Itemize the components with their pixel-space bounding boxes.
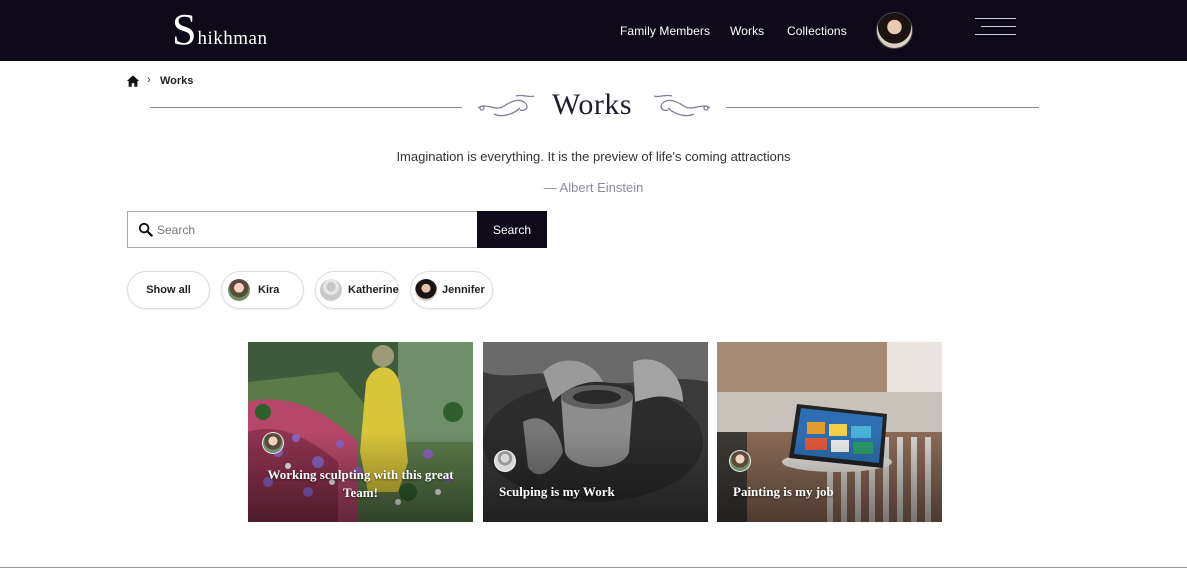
user-avatar[interactable] <box>876 12 913 49</box>
flourish-ornament-right <box>653 94 711 117</box>
home-icon[interactable] <box>126 74 140 88</box>
flourish-ornament-left <box>477 94 535 117</box>
filter-label: Jennifer <box>442 284 485 296</box>
jennifer-avatar <box>415 279 437 301</box>
title-divider-left <box>150 107 462 108</box>
card-title: Painting is my job <box>733 484 834 499</box>
search-button[interactable]: Search <box>477 211 547 248</box>
search-input[interactable] <box>157 219 467 241</box>
card-title: Working sculpting with this great Team! <box>267 467 454 500</box>
katherine-avatar-placeholder <box>320 279 342 301</box>
title-divider-right <box>726 107 1039 108</box>
kira-avatar <box>228 279 250 301</box>
work-card[interactable]: Working sculpting with this great Team! <box>248 342 473 522</box>
chevron-right-icon: › <box>147 74 151 86</box>
quote-author: — Albert Einstein <box>543 180 644 195</box>
card-overlay <box>717 432 942 522</box>
page-title: Works <box>552 88 633 121</box>
quote-text: Imagination is everything. It is the pre… <box>396 149 791 164</box>
logo-initial: S <box>172 5 197 54</box>
site-logo[interactable]: S hikhman <box>172 8 267 52</box>
filter-show-all[interactable]: Show all <box>127 271 210 309</box>
filter-jennifer[interactable]: Jennifer <box>410 271 493 309</box>
filter-kira[interactable]: Kira <box>221 271 304 309</box>
top-navigation-bar: S hikhman Family Members Works Collectio… <box>0 0 1187 61</box>
card-title: Sculping is my Work <box>499 484 615 499</box>
author-avatar-placeholder <box>494 450 516 472</box>
author-avatar <box>729 450 751 472</box>
filter-katherine[interactable]: Katherine <box>315 271 399 309</box>
logo-text: hikhman <box>197 28 268 49</box>
footer-divider <box>0 567 1187 568</box>
author-avatar <box>262 432 284 454</box>
filter-label: Kira <box>258 284 280 296</box>
search-field <box>127 211 477 248</box>
work-card[interactable]: Sculping is my Work <box>483 342 708 522</box>
search-icon <box>138 222 153 237</box>
filter-label: Katherine <box>348 284 399 296</box>
card-overlay <box>483 432 708 522</box>
nav-collections[interactable]: Collections <box>787 24 847 38</box>
breadcrumb-current: Works <box>160 75 194 87</box>
nav-family-members[interactable]: Family Members <box>620 24 710 38</box>
hamburger-menu-icon[interactable] <box>972 17 1016 43</box>
filter-label: Show all <box>146 284 191 296</box>
work-card[interactable]: Painting is my job <box>717 342 942 522</box>
nav-works[interactable]: Works <box>730 24 764 38</box>
